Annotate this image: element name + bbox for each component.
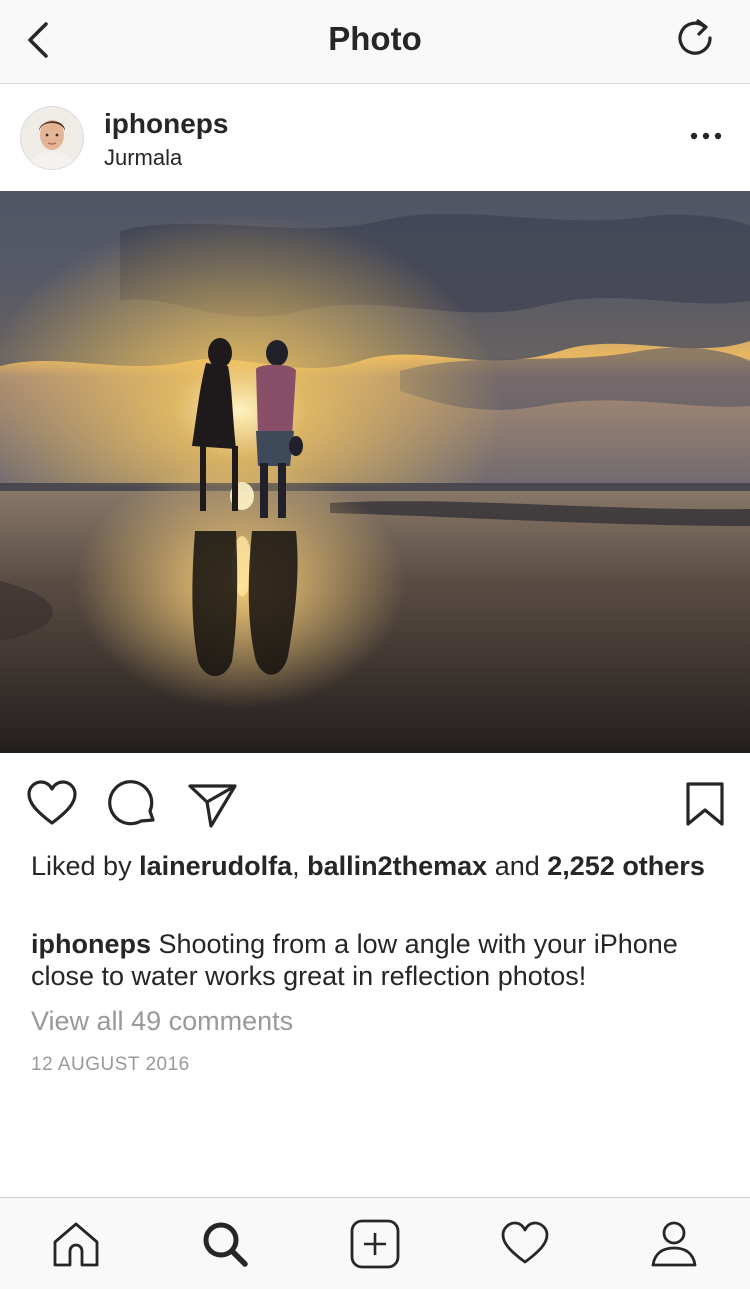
post-actions [0, 770, 750, 834]
caption-author[interactable]: iphoneps [31, 929, 151, 959]
liker-link-2[interactable]: ballin2themax [307, 851, 487, 881]
likes-prefix: Liked by [31, 851, 140, 881]
likes-others-link[interactable]: 2,252 others [547, 851, 705, 881]
likes-summary[interactable]: Liked by lainerudolfa, ballin2themax and… [31, 850, 721, 882]
tab-home[interactable] [50, 1218, 102, 1270]
post-photo[interactable] [0, 191, 750, 753]
share-button[interactable] [187, 778, 239, 830]
page-title: Photo [328, 20, 422, 57]
like-button[interactable] [26, 778, 78, 830]
post-username[interactable]: iphoneps [104, 108, 228, 140]
send-icon [188, 784, 237, 828]
view-all-comments-link[interactable]: View all 49 comments [31, 1006, 293, 1037]
bottom-tab-bar [0, 1197, 750, 1289]
post-screen: Photo iphoneps Jurmala Liked by lainerud… [0, 0, 750, 1289]
save-button[interactable] [680, 778, 732, 830]
add-post-icon [350, 1219, 400, 1269]
post-date: 12 AUGUST 2016 [31, 1054, 190, 1075]
post-caption: iphoneps Shooting from a low angle with … [31, 928, 731, 992]
post-location[interactable]: Jurmala [104, 145, 182, 171]
comment-button[interactable] [107, 778, 159, 830]
post-header: iphoneps Jurmala [0, 84, 750, 190]
tab-activity[interactable] [499, 1218, 551, 1270]
top-nav-bar: Photo [0, 0, 750, 84]
heart-icon [27, 780, 77, 825]
ellipsis-icon [690, 132, 722, 140]
sunset-beach-photo [0, 191, 750, 753]
more-options-button[interactable] [686, 124, 726, 148]
refresh-icon [678, 19, 712, 55]
bookmark-icon [686, 782, 724, 826]
activity-heart-icon [501, 1221, 549, 1264]
profile-icon [651, 1221, 697, 1267]
refresh-button[interactable] [674, 16, 718, 60]
tab-profile[interactable] [648, 1218, 700, 1270]
avatar[interactable] [20, 106, 84, 170]
tab-search[interactable] [199, 1218, 251, 1270]
comment-bubble-icon [108, 780, 155, 826]
search-icon [203, 1222, 248, 1267]
home-icon [53, 1222, 99, 1267]
avatar-image [21, 107, 83, 169]
tab-new-post[interactable] [349, 1218, 401, 1270]
liker-link-1[interactable]: lainerudolfa [139, 851, 292, 881]
